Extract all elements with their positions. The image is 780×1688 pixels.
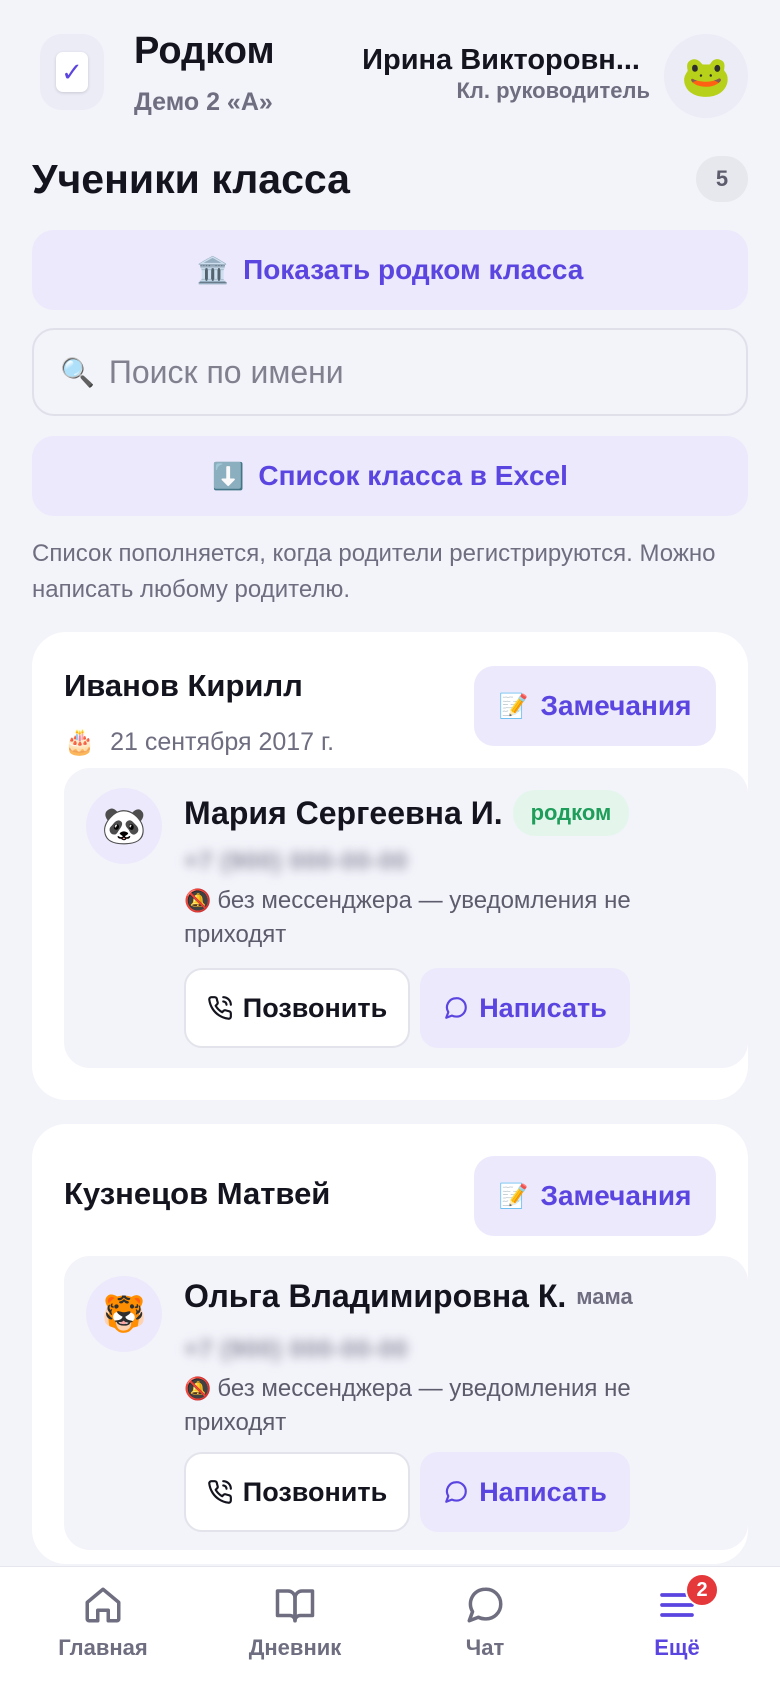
bank-icon: 🏛️	[196, 254, 230, 285]
birthday-date: 21 сентября 2017 г.	[110, 728, 335, 756]
message-icon	[445, 1481, 468, 1503]
page-title: Ученики класса	[32, 156, 350, 202]
cake-icon: 🎂	[64, 728, 96, 756]
chat-icon	[461, 1581, 509, 1629]
count-badge: 5	[696, 156, 748, 202]
no-messenger-text: без мессенджера — уведомления не приходя…	[184, 1375, 631, 1436]
write-label: Написать	[479, 1476, 607, 1507]
menu-icon: 2	[653, 1573, 719, 1629]
memo-icon: 📝	[498, 692, 529, 720]
message-icon	[445, 997, 468, 1019]
app-title: Родком	[134, 30, 275, 72]
excel-export-label: Список класса в Excel	[258, 460, 568, 491]
write-button[interactable]: Написать	[420, 968, 630, 1048]
user-role: Кл. руководитель	[456, 78, 650, 103]
parent-name-row: Мария Сергеевна И. родком	[184, 790, 630, 836]
nav-home[interactable]: Главная	[18, 1581, 188, 1681]
home-icon	[79, 1581, 127, 1629]
parent-name-row: Ольга Владимировна К. мама	[184, 1278, 633, 1315]
nav-more-label: Ещё	[654, 1635, 700, 1660]
parent-avatar: 🐯	[86, 1276, 162, 1352]
notes-button[interactable]: 📝 Замечания	[474, 1156, 716, 1236]
write-label: Написать	[479, 992, 607, 1023]
nav-diary-label: Дневник	[248, 1635, 342, 1660]
student-card: Иванов Кирилл 🎂 21 сентября 2017 г. 📝 За…	[32, 632, 748, 1100]
student-name: Кузнецов Матвей	[64, 1176, 331, 1211]
phone-icon	[207, 996, 232, 1020]
call-label: Позвонить	[242, 992, 388, 1023]
bell-off-icon: 🔕	[184, 888, 212, 913]
no-messenger-text: без мессенджера — уведомления не приходя…	[184, 887, 631, 948]
bottom-nav: Главная Дневник Чат 2 Ещё	[0, 1566, 780, 1688]
no-messenger-notice: 🔕 без мессенджера — уведомления не приход…	[184, 1372, 704, 1440]
parent-entry: 🐯 Ольга Владимировна К. мама +7 (900) 00…	[64, 1256, 748, 1550]
parent-avatar: 🐼	[86, 788, 162, 864]
nav-chat[interactable]: Чат	[400, 1581, 570, 1681]
show-committee-label: Показать родком класса	[243, 254, 584, 285]
student-name: Иванов Кирилл	[64, 668, 303, 703]
notes-label: Замечания	[540, 690, 692, 721]
call-button[interactable]: Позвонить	[184, 968, 410, 1048]
call-label: Позвонить	[242, 1476, 388, 1507]
memo-icon: 📝	[498, 1182, 529, 1210]
excel-export-button[interactable]: ⬇️ Список класса в Excel	[32, 436, 748, 516]
app-logo: ✓	[40, 34, 104, 110]
parent-name: Ольга Владимировна К.	[184, 1278, 567, 1314]
student-birthday: 🎂 21 сентября 2017 г.	[64, 728, 334, 757]
search-input[interactable]	[108, 353, 709, 391]
book-icon	[271, 1581, 319, 1629]
parent-entry: 🐼 Мария Сергеевна И. родком +7 (900) 000…	[64, 768, 748, 1068]
avatar[interactable]: 🐸	[664, 34, 748, 118]
download-icon: ⬇️	[212, 460, 245, 491]
notification-badge: 2	[685, 1573, 719, 1607]
parent-phone: +7 (900) 000-00-00	[184, 848, 409, 875]
no-messenger-notice: 🔕 без мессенджера — уведомления не приход…	[184, 884, 704, 952]
nav-chat-label: Чат	[465, 1635, 505, 1660]
parent-role: мама	[576, 1283, 633, 1309]
phone-icon	[207, 1480, 232, 1504]
call-button[interactable]: Позвонить	[184, 1452, 410, 1532]
nav-home-label: Главная	[58, 1635, 148, 1660]
parent-name: Мария Сергеевна И.	[184, 794, 503, 831]
student-card: Кузнецов Матвей 📝 Замечания 🐯 Ольга Влад…	[32, 1124, 748, 1564]
nav-diary[interactable]: Дневник	[210, 1581, 380, 1681]
notes-label: Замечания	[540, 1180, 692, 1211]
show-committee-button[interactable]: 🏛️ Показать родком класса	[32, 230, 748, 310]
hint-text: Список пополняется, когда родители регис…	[32, 540, 716, 603]
committee-badge: родком	[512, 790, 630, 836]
search-icon: 🔍	[60, 356, 95, 388]
notes-button[interactable]: 📝 Замечания	[474, 666, 716, 746]
write-button[interactable]: Написать	[420, 1452, 630, 1532]
user-name[interactable]: Ирина Викторовн...	[362, 44, 640, 77]
nav-more[interactable]: 2 Ещё	[592, 1573, 762, 1681]
search-field[interactable]: 🔍	[32, 328, 748, 416]
app-header: ✓ Родком Демо 2 «А» Ирина Викторовн... К…	[0, 0, 780, 150]
checkmark-icon: ✓	[56, 52, 88, 92]
class-label[interactable]: Демо 2 «А»	[134, 88, 273, 117]
bell-off-icon: 🔕	[184, 1376, 212, 1401]
parent-phone: +7 (900) 000-00-00	[184, 1336, 409, 1363]
